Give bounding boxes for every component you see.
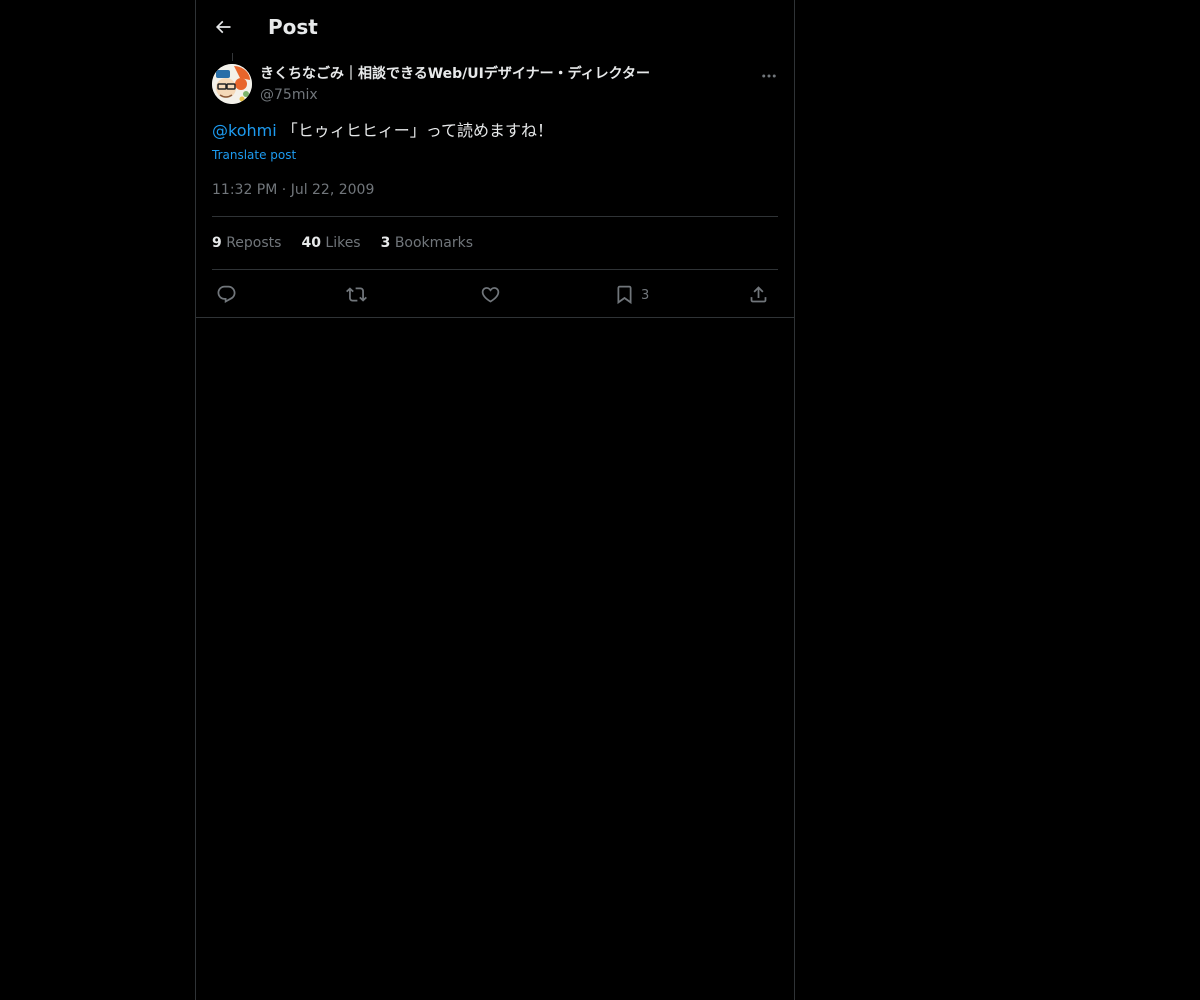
more-options-button[interactable] [756,63,782,89]
reply-button[interactable] [216,279,237,309]
bookmarks-stat[interactable]: 3 Bookmarks [381,233,473,253]
reposts-count: 9 [212,235,222,251]
timestamp-separator: · [281,182,287,198]
translate-post-link[interactable]: Translate post [212,146,296,164]
post-time: 11:32 PM [212,182,278,198]
divider [212,216,778,217]
action-bar: 3 [212,279,778,309]
share-button[interactable] [748,279,769,309]
arrow-left-icon [215,20,231,34]
share-icon [750,285,767,302]
reposts-label: Reposts [226,235,282,251]
divider [212,269,778,270]
mention-link[interactable]: @kohmi [212,121,277,140]
engagement-stats: 9 Reposts 40 Likes 3 Bookmarks [212,233,473,253]
bookmarks-label: Bookmarks [394,235,474,251]
post-text: @kohmi 「ヒゥィヒヒィー」って読めますね！ [212,119,553,143]
header: Post [196,0,794,53]
reposts-stat[interactable]: 9 Reposts [212,233,281,253]
bookmarks-count: 3 [380,235,391,251]
more-dots-icon [762,74,776,78]
author-handle[interactable]: @75mix [260,85,318,105]
thread-connector-line [232,53,233,61]
author-name[interactable]: きくちなごみ｜相談できるWeb/UIデザイナー・ディレクター [260,64,650,84]
page-title: Post [268,15,318,39]
reply-icon [217,285,236,303]
bookmark-button[interactable]: 3 [614,279,649,309]
likes-label: Likes [325,235,361,251]
divider [196,317,794,318]
heart-icon [481,286,500,303]
repost-button[interactable] [346,279,367,309]
repost-icon [346,286,367,302]
bookmark-icon [617,285,632,304]
back-button[interactable] [206,10,240,44]
likes-count: 40 [301,235,321,251]
like-button[interactable] [480,279,501,309]
avatar-illustration [212,64,252,104]
post-body: 「ヒゥィヒヒィー」って読めますね！ [276,121,553,140]
post-timestamp[interactable]: 11:32 PM · Jul 22, 2009 [212,180,374,200]
avatar[interactable] [212,64,252,104]
primary-column: Post きくちなごみ｜相談できるWeb/UIデザイナー・ディレクター @75m… [195,0,795,1000]
post-date: Jul 22, 2009 [290,182,375,198]
bookmark-count: 3 [641,288,650,303]
likes-stat[interactable]: 40 Likes [301,233,360,253]
